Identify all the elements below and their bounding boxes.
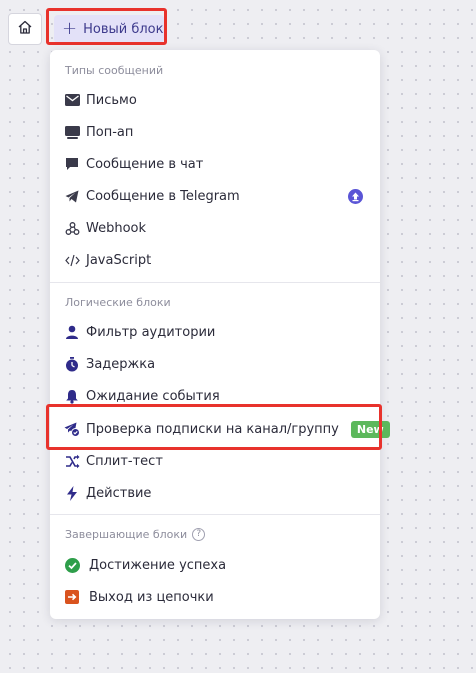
menu-item-delay[interactable]: Задержка [50, 350, 380, 378]
divider [50, 282, 380, 283]
new-block-button[interactable]: + Новый блок [54, 15, 164, 43]
menu-item-javascript[interactable]: JavaScript [50, 246, 380, 274]
menu-item-label: Выход из цепочки [89, 589, 214, 605]
menu-item-chat-message[interactable]: Сообщение в чат [50, 150, 380, 178]
menu-item-label: Поп-ап [86, 124, 134, 140]
menu-item-label: Действие [86, 485, 152, 501]
code-icon [64, 252, 80, 268]
menu-item-label: Задержка [86, 356, 156, 372]
home-button[interactable] [8, 13, 42, 45]
stopwatch-icon [64, 356, 80, 372]
home-icon [17, 19, 33, 39]
telegram-check-icon [64, 421, 80, 437]
upload-badge-icon [348, 189, 363, 204]
menu-item-popup[interactable]: Поп-ап [50, 118, 380, 146]
menu-item-subscription-check[interactable]: Проверка подписки на канал/группу New [50, 415, 390, 443]
menu-item-label: Сообщение в чат [86, 156, 204, 172]
menu-item-telegram-message[interactable]: Сообщение в Telegram [50, 182, 380, 210]
section-title-message-types: Типы сообщений [65, 64, 164, 77]
menu-item-wait-event[interactable]: Ожидание события [50, 382, 380, 410]
webhook-icon [64, 220, 80, 236]
menu-item-action[interactable]: Действие [50, 479, 380, 507]
new-block-label: Новый блок [83, 21, 164, 37]
telegram-icon [64, 188, 80, 204]
menu-item-email[interactable]: Письмо [50, 86, 380, 114]
menu-item-label: Сплит-тест [86, 453, 163, 469]
success-check-icon [64, 557, 80, 573]
menu-item-label: Ожидание события [86, 388, 220, 404]
menu-item-label: Сообщение в Telegram [86, 188, 240, 204]
popup-icon [64, 124, 80, 140]
menu-item-webhook[interactable]: Webhook [50, 214, 380, 242]
new-badge: New [350, 420, 390, 438]
bell-icon [64, 388, 80, 404]
section-title-logic-blocks: Логические блоки [65, 296, 171, 309]
menu-item-success[interactable]: Достижение успеха [50, 551, 380, 579]
menu-item-label: JavaScript [86, 252, 152, 268]
divider [50, 514, 380, 515]
menu-item-label: Проверка подписки на канал/группу [86, 421, 339, 437]
menu-item-label: Письмо [86, 92, 137, 108]
section-title-label: Завершающие блоки [65, 528, 188, 541]
menu-item-exit-chain[interactable]: Выход из цепочки [50, 583, 380, 611]
section-title-final-blocks: Завершающие блоки ? [65, 528, 206, 541]
plus-icon: + [62, 18, 78, 39]
help-icon[interactable]: ? [192, 528, 206, 541]
menu-item-split-test[interactable]: Сплит-тест [50, 447, 380, 475]
lightning-icon [64, 485, 80, 501]
menu-item-label: Webhook [86, 220, 147, 236]
new-block-dropdown-menu: Типы сообщений Письмо Поп-ап Сообщение в… [50, 50, 390, 619]
split-icon [64, 453, 80, 469]
menu-item-audience-filter[interactable]: Фильтр аудитории [50, 318, 380, 346]
chat-bubble-icon [64, 156, 80, 172]
menu-item-label: Фильтр аудитории [86, 324, 216, 340]
menu-item-label: Достижение успеха [89, 557, 227, 573]
user-icon [64, 324, 80, 340]
envelope-icon [64, 92, 80, 108]
exit-icon [64, 589, 80, 605]
